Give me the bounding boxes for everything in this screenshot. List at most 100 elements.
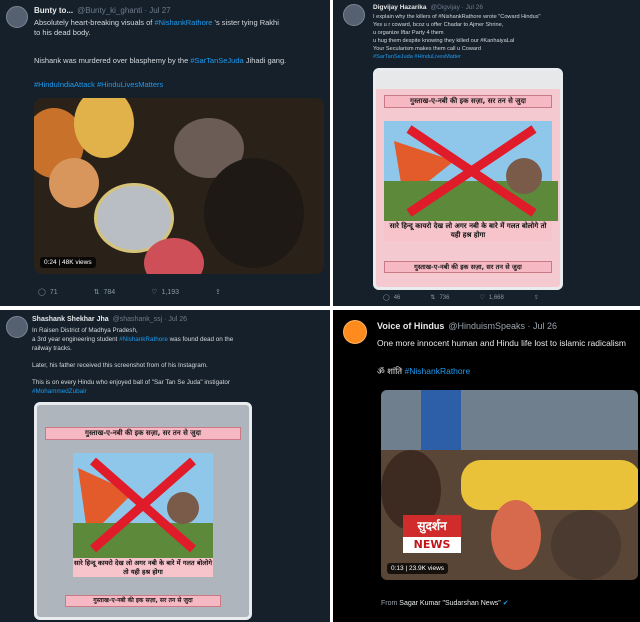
tweet-line: Your Secularism makes them call u Coward <box>373 46 481 52</box>
author-name[interactable]: Shashank Shekhar Jha @shashank_ssj · Jul … <box>32 316 187 323</box>
verified-badge-icon: ✔ <box>502 600 509 607</box>
video-badge: 0:24 | 48K views <box>40 257 96 268</box>
author-name[interactable]: Digvijay Hazarika @Digvijay · Jul 26 <box>373 4 483 11</box>
tweet-line: Yes u r coward, bcoz u offer Chadar to A… <box>373 22 504 28</box>
reply-count: 46 <box>393 294 401 301</box>
marigold-garlands <box>461 460 638 510</box>
author-handle: @shashank_ssj · Jul 26 <box>112 316 188 323</box>
source-account-link[interactable]: Sagar Kumar "Sudarshan News" <box>399 600 500 607</box>
tweet-line: railway tracks. <box>32 345 72 352</box>
retweet-count: 736 <box>439 294 450 301</box>
like-button[interactable]: ♡ 1,668 <box>479 294 504 302</box>
video-scene <box>74 98 134 158</box>
like-count: 1,193 <box>161 288 180 296</box>
reply-button[interactable]: ◯ 46 <box>383 294 401 302</box>
from-label: From <box>381 600 400 607</box>
share-button[interactable]: ⇪ <box>215 288 221 296</box>
tweet-text-part: a 3rd year engineering student <box>32 336 120 343</box>
om-avatar[interactable] <box>343 320 367 344</box>
reply-icon: ◯ <box>38 289 46 296</box>
author-name-text[interactable]: Voice of Hindus <box>377 321 444 331</box>
hashtag-link[interactable]: #NishankRathore <box>154 18 212 27</box>
tweet-text: In Raisen District of Madhya Pradesh, a … <box>32 326 326 396</box>
author-name-text[interactable]: Shashank Shekhar Jha <box>32 316 109 323</box>
instagram-screenshot[interactable]: गुस्ताख-ए-नबी की इक सज़ा, सर तन से जुदा … <box>34 402 252 620</box>
tweet-text-2: ॐ शांति #NishankRathore <box>377 365 470 377</box>
like-button[interactable]: ♡ 1,193 <box>151 288 180 297</box>
author-name-text[interactable]: Bunty to... <box>34 6 73 15</box>
avatar[interactable] <box>343 4 365 26</box>
hashtag-link[interactable]: #NishankRathore <box>405 366 471 376</box>
tweet-text-part: 's sister tying Rakhi <box>212 18 279 27</box>
author-name[interactable]: Bunty to... @Bunty_ki_ghanti · Jul 27 <box>34 6 171 15</box>
tweet-text-2: Nishank was murdered over blasphemy by t… <box>34 56 326 66</box>
author-name[interactable]: Voice of Hindus @HinduismSpeaks · Jul 26 <box>377 321 557 331</box>
video-scene <box>491 500 541 570</box>
like-count: 1,668 <box>488 294 504 301</box>
tweet-shashank[interactable]: Shashank Shekhar Jha @shashank_ssj · Jul … <box>0 310 330 622</box>
hashtag-link[interactable]: #NishankRathore <box>119 336 168 343</box>
hashtag-line[interactable]: #MohammedZubair <box>32 387 326 396</box>
author-name-text[interactable]: Digvijay Hazarika <box>373 4 426 11</box>
tweet-text: Absolutely heart-breaking visuals of #Ni… <box>34 18 326 38</box>
video-player[interactable]: सुदर्शन NEWS 0:13 | 23.9K views <box>381 390 638 580</box>
author-handle: @HinduismSpeaks · Jul 26 <box>448 321 558 331</box>
tweet-voice-of-hindus[interactable]: Voice of Hindus @HinduismSpeaks · Jul 26 … <box>333 310 640 622</box>
tweet-line: u organize Iftar Party 4 them <box>373 30 444 36</box>
insta-header <box>376 71 560 89</box>
share-icon: ⇪ <box>215 289 221 296</box>
reply-icon: ◯ <box>383 295 390 301</box>
tweet-text: One more innocent human and Hindu life l… <box>377 338 626 348</box>
tweet-line: This is on every Hindu who enjoyed ball … <box>32 379 230 386</box>
share-button[interactable]: ⇪ <box>534 294 539 301</box>
heart-icon: ♡ <box>151 289 158 296</box>
tweet-line: In Raisen District of Madhya Pradesh, <box>32 327 138 334</box>
poster-headline: गुस्ताख-ए-नबी की इक सज़ा, सर तन से जुदा <box>384 95 552 108</box>
video-scene <box>421 390 461 450</box>
retweet-count: 784 <box>103 288 116 296</box>
tweet-text-part: was found dead on the <box>167 336 234 343</box>
tweet-line: u hug them despite knowing they killed o… <box>373 38 515 44</box>
retweet-button[interactable]: ⇅ 736 <box>430 294 450 302</box>
video-scene <box>551 510 621 580</box>
tweet-line: I explain why the killers of #NishankRat… <box>373 14 541 20</box>
poster-image <box>384 121 558 221</box>
poster-headline: गुस्ताख-ए-नबी की इक सज़ा, सर तन से जुदा <box>45 427 241 440</box>
tweet-digvijay[interactable]: Digvijay Hazarika @Digvijay · Jul 26 I ex… <box>333 0 640 306</box>
poster-footer: गुस्ताख-ए-नबी की इक सज़ा, सर तन से जुदा <box>65 595 221 607</box>
video-scene <box>381 390 638 450</box>
video-time: 0:24 <box>44 259 57 266</box>
tweet-text-part: ॐ शांति <box>377 366 405 376</box>
instagram-screenshot[interactable]: गुस्ताख-ए-नबी की इक सज़ा, सर तन से जुदा … <box>373 68 563 290</box>
collage-grid: Bunty to... @Bunty_ki_ghanti · Jul 27 Abs… <box>0 0 640 622</box>
tweet-actions: ◯ 71 ⇅ 784 ♡ 1,193 ⇪ <box>38 288 221 297</box>
video-badge: 0:13 | 23.9K views <box>387 563 449 574</box>
retweet-icon: ⇅ <box>430 295 436 301</box>
video-player[interactable]: 0:24 | 48K views <box>34 98 324 274</box>
retweet-button[interactable]: ⇅ 784 <box>93 288 116 297</box>
tweet-line: Later, his father received this screensh… <box>32 362 208 369</box>
hashtag-link[interactable]: #SarTanSeJuda <box>190 56 243 65</box>
logo-top-text: सुदर्शन <box>403 515 461 537</box>
hashtag-line[interactable]: #SarTanSeJuda #HinduLivesMatter <box>373 53 635 61</box>
reply-button[interactable]: ◯ 71 <box>38 288 58 297</box>
retweet-icon: ⇅ <box>93 289 100 296</box>
video-scene <box>49 158 99 208</box>
source-attribution: From Sagar Kumar "Sudarshan News" ✔ <box>381 599 509 609</box>
saffron-flag-cross <box>73 457 213 558</box>
avatar[interactable] <box>6 316 28 338</box>
video-views: 48K views <box>61 259 92 266</box>
tweet-text-part: to his dead body. <box>34 28 91 37</box>
avatar[interactable] <box>6 6 28 28</box>
tweet-bunty[interactable]: Bunty to... @Bunty_ki_ghanti · Jul 27 Abs… <box>0 0 330 306</box>
video-scene <box>144 238 204 274</box>
video-time: 0:13 <box>391 565 404 572</box>
logo-bottom-text: NEWS <box>403 537 461 553</box>
sudarshan-news-logo: सुदर्शन NEWS <box>403 515 461 555</box>
hashtag-line[interactable]: #HinduIndiaAttack #HinduLivesMatters <box>34 80 163 90</box>
share-icon: ⇪ <box>533 295 539 301</box>
video-views: 23.9K views <box>408 565 445 572</box>
heart-icon: ♡ <box>479 295 485 301</box>
tweet-text-part: Jihadi gang. <box>243 56 287 65</box>
tweet-text-part: Absolutely heart-breaking visuals of <box>34 18 155 27</box>
